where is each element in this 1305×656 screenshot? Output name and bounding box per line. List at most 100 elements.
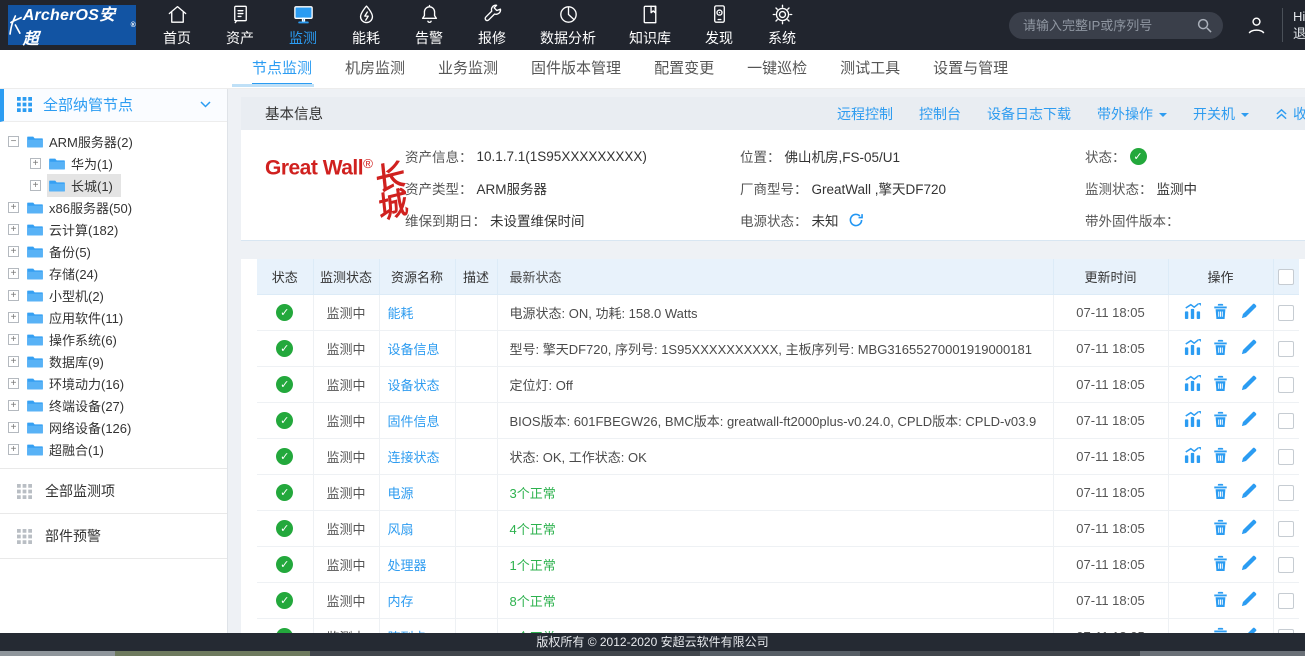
search-input[interactable] (1009, 12, 1223, 39)
tab-node-monitoring[interactable]: 节点监测 (252, 50, 312, 88)
delete-icon[interactable] (1212, 591, 1229, 608)
tree-item-huawei[interactable]: 华为(1) (0, 152, 227, 174)
resource-link[interactable]: 处理器 (388, 558, 427, 573)
tree-item-greatwall[interactable]: 长城(1) (0, 174, 227, 196)
row-checkbox[interactable] (1278, 305, 1294, 321)
row-checkbox[interactable] (1278, 593, 1294, 609)
tree-item-env-power[interactable]: 环境动力(16) (0, 372, 227, 394)
expand-expander-icon[interactable] (8, 290, 19, 301)
chevron-down-icon[interactable] (200, 101, 211, 108)
expand-expander-icon[interactable] (8, 312, 19, 323)
resource-link[interactable]: 固件信息 (388, 414, 440, 429)
row-checkbox[interactable] (1278, 449, 1294, 465)
power-switch-dropdown[interactable]: 开关机 (1193, 104, 1249, 124)
logout-link[interactable]: 退出 (1293, 25, 1305, 42)
edit-icon[interactable] (1240, 303, 1257, 320)
sidebar-item-component-warning[interactable]: 部件预警 (0, 513, 227, 559)
edit-icon[interactable] (1240, 447, 1257, 464)
search-icon[interactable] (1197, 18, 1212, 33)
resource-link[interactable]: 设备状态 (388, 378, 440, 393)
tree-item-os[interactable]: 操作系统(6) (0, 328, 227, 350)
resource-link[interactable]: 连接状态 (388, 450, 440, 465)
console-link[interactable]: 控制台 (919, 104, 961, 124)
delete-icon[interactable] (1212, 483, 1229, 500)
tab-room-monitoring[interactable]: 机房监测 (345, 50, 405, 88)
expand-expander-icon[interactable] (8, 268, 19, 279)
row-checkbox[interactable] (1278, 557, 1294, 573)
nav-item-monitoring[interactable]: 监测 (288, 3, 318, 48)
expand-expander-icon[interactable] (8, 378, 19, 389)
tab-settings-management[interactable]: 设置与管理 (933, 50, 1008, 88)
tree-item-storage[interactable]: 存储(24) (0, 262, 227, 284)
row-checkbox[interactable] (1278, 413, 1294, 429)
resource-link[interactable]: 内存 (388, 594, 414, 609)
nav-item-system[interactable]: 系统 (767, 3, 797, 48)
edit-icon[interactable] (1240, 519, 1257, 536)
delete-icon[interactable] (1212, 519, 1229, 536)
collapse-panel-button[interactable]: 收起 (1275, 104, 1305, 124)
expand-expander-icon[interactable] (8, 356, 19, 367)
resource-link[interactable]: 设备信息 (388, 342, 440, 357)
expand-expander-icon[interactable] (8, 246, 19, 257)
expand-expander-icon[interactable] (8, 202, 19, 213)
nav-item-analytics[interactable]: 数据分析 (540, 3, 596, 48)
tab-business-monitoring[interactable]: 业务监测 (438, 50, 498, 88)
tab-firmware-management[interactable]: 固件版本管理 (531, 50, 621, 88)
tree-item-terminal[interactable]: 终端设备(27) (0, 394, 227, 416)
resource-link[interactable]: 风扇 (388, 522, 414, 537)
delete-icon[interactable] (1212, 303, 1229, 320)
delete-icon[interactable] (1212, 411, 1229, 428)
expand-expander-icon[interactable] (8, 224, 19, 235)
tree-item-cloud[interactable]: 云计算(182) (0, 218, 227, 240)
sidebar-item-all-monitoring[interactable]: 全部监测项 (0, 468, 227, 513)
select-all-checkbox[interactable] (1278, 269, 1294, 285)
expand-expander-icon[interactable] (8, 334, 19, 345)
nav-item-alerts[interactable]: 告警 (414, 3, 444, 48)
delete-icon[interactable] (1212, 447, 1229, 464)
chart-icon[interactable] (1184, 303, 1201, 320)
tree-item-network[interactable]: 网络设备(126) (0, 416, 227, 438)
refresh-icon[interactable] (848, 212, 864, 228)
edit-icon[interactable] (1240, 591, 1257, 608)
nav-item-energy[interactable]: 能耗 (351, 3, 381, 48)
edit-icon[interactable] (1240, 483, 1257, 500)
chart-icon[interactable] (1184, 375, 1201, 392)
tree-item-app-software[interactable]: 应用软件(11) (0, 306, 227, 328)
nav-item-knowledge[interactable]: 知识库 (629, 3, 671, 48)
sidebar-header-all-nodes[interactable]: 全部纳管节点 (0, 88, 227, 122)
tree-item-x86-servers[interactable]: x86服务器(50) (0, 196, 227, 218)
device-log-download-link[interactable]: 设备日志下载 (987, 104, 1071, 124)
edit-icon[interactable] (1240, 555, 1257, 572)
expand-expander-icon[interactable] (30, 158, 41, 169)
edit-icon[interactable] (1240, 339, 1257, 356)
resource-link[interactable]: 电源 (388, 486, 414, 501)
tree-item-hyperconverged[interactable]: 超融合(1) (0, 438, 227, 460)
resource-link[interactable]: 能耗 (388, 306, 414, 321)
tab-scrollbar[interactable] (232, 84, 314, 87)
delete-icon[interactable] (1212, 555, 1229, 572)
edit-icon[interactable] (1240, 375, 1257, 392)
nav-item-assets[interactable]: 资产 (225, 3, 255, 48)
user-avatar[interactable] (1245, 14, 1268, 37)
nav-item-home[interactable]: 首页 (162, 3, 192, 48)
delete-icon[interactable] (1212, 375, 1229, 392)
nav-item-repair[interactable]: 报修 (477, 3, 507, 48)
row-checkbox[interactable] (1278, 341, 1294, 357)
tree-item-backup[interactable]: 备份(5) (0, 240, 227, 262)
app-logo[interactable]: ArcherOS安超® (8, 5, 136, 45)
chart-icon[interactable] (1184, 447, 1201, 464)
remote-control-link[interactable]: 远程控制 (837, 104, 893, 124)
row-checkbox[interactable] (1278, 377, 1294, 393)
tree-item-database[interactable]: 数据库(9) (0, 350, 227, 372)
nav-item-discover[interactable]: 发现 (704, 3, 734, 48)
chart-icon[interactable] (1184, 339, 1201, 356)
row-checkbox[interactable] (1278, 521, 1294, 537)
edit-icon[interactable] (1240, 411, 1257, 428)
collapse-expander-icon[interactable] (8, 136, 19, 147)
tab-test-tools[interactable]: 测试工具 (840, 50, 900, 88)
tab-config-change[interactable]: 配置变更 (654, 50, 714, 88)
out-of-band-dropdown[interactable]: 带外操作 (1097, 104, 1167, 124)
chart-icon[interactable] (1184, 411, 1201, 428)
row-checkbox[interactable] (1278, 485, 1294, 501)
tab-one-key-inspection[interactable]: 一键巡检 (747, 50, 807, 88)
